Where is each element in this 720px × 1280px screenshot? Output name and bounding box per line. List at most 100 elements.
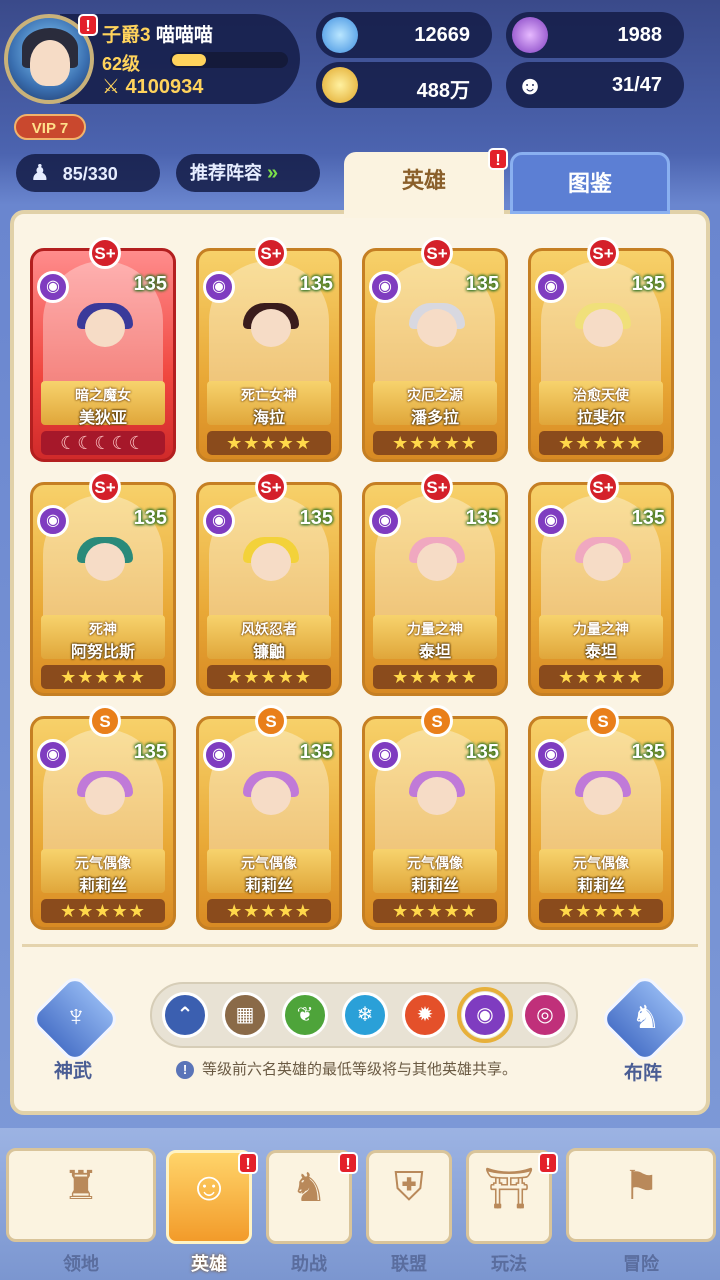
nav-icon: ⛩ [483,1167,535,1211]
divine-weapon-label: 神武 [54,1061,93,1082]
hero-grade-badge: S+ [255,237,287,269]
hero-card[interactable]: S ◉ 135 元气偶像 莉莉丝 ★★★★★ [30,705,176,930]
hero-card[interactable]: S+ ◉ 135 力量之神 泰坦 ★★★★★ [362,471,508,696]
hero-title: 治愈天使 [573,387,629,403]
tab-codex[interactable]: 图鉴 [510,152,670,214]
dark-eye-element-icon: ◉ [203,505,235,537]
hero-card[interactable]: S ◉ 135 元气偶像 莉莉丝 ★★★★★ [196,705,342,930]
hero-portrait [233,771,309,851]
dark-eye-element-icon: ◉ [37,505,69,537]
hero-grade-badge: S [587,705,619,737]
vip-badge[interactable]: VIP 7 [14,114,86,140]
friends-resource[interactable]: ☻ 31/47 [506,62,684,108]
hero-grade-badge: S [89,705,121,737]
hero-title: 元气偶像 [241,855,297,871]
dark-eye-filter-icon[interactable]: ◉ [457,987,513,1043]
hero-stars: ★★★★★ [207,431,331,455]
hero-card[interactable]: S+ ◉ 135 暗之魔女 美狄亚 ☾☾☾☾☾ [30,237,176,462]
hero-level: 135 [631,741,665,763]
info-note-text: 等级前六名英雄的最低等级将与其他英雄共享。 [202,1061,518,1078]
hero-stars: ★★★★★ [539,431,663,455]
hero-grade-badge: S+ [587,471,619,503]
hero-portrait [565,771,641,851]
nav-label: 英雄 [191,1254,227,1274]
hero-stars: ★★★★★ [41,899,165,923]
nav-button-0[interactable]: ♜ [6,1148,156,1242]
hero-title: 元气偶像 [75,855,131,871]
friends-icon: ☻ [516,70,544,100]
nav-label: 助战 [291,1254,327,1274]
hero-stars: ★★★★★ [539,665,663,689]
hero-portrait [67,537,143,617]
hero-card[interactable]: S+ ◉ 135 治愈天使拉斐尔 ★★★★★ [528,237,674,462]
hero-card[interactable]: S ◉ 135 元气偶像 莉莉丝 ★★★★★ [528,705,674,930]
hero-grade-badge: S+ [89,237,121,269]
hero-card[interactable]: S ◉ 135 元气偶像 莉莉丝 ★★★★★ [362,705,508,930]
hero-card[interactable]: S+ ◉ 135 风妖忍者 镰鼬 ★★★★★ [196,471,342,696]
wings-icon: ♆ [64,1000,88,1033]
dark-eye-element-icon: ◉ [203,739,235,771]
chaos-filter-icon[interactable]: ◎ [522,992,568,1038]
player-rank: 子爵3 [102,25,151,46]
hero-name: 泰坦 [584,644,617,661]
hero-card[interactable]: S+ ◉ 135 死神 阿努比斯 ★★★★★ [30,471,176,696]
star-gem-resource[interactable]: 12669 [316,12,492,58]
avatar-alert-badge: ! [78,14,98,36]
hero-title: 力量之神 [573,621,629,637]
hero-stars: ★★★★★ [373,665,497,689]
player-level: 62级 [102,54,141,74]
dark-eye-element-icon: ◉ [369,739,401,771]
nav-label: 冒险 [623,1254,659,1274]
dark-eye-element-icon: ◉ [37,271,69,303]
hero-portrait [399,537,475,617]
nav-icon: ♞ [291,1166,327,1210]
gold-coin-resource[interactable]: 488万 [316,62,492,108]
nav-button-3[interactable]: ⛨ [366,1150,452,1244]
hero-name: 莉莉丝 [410,878,459,895]
hero-title: 死神 [89,621,117,637]
hero-name: 莉莉丝 [244,878,293,895]
purple-crystal-icon [512,17,548,53]
hero-card[interactable]: S+ ◉ 135 灾厄之源 潘多拉 ★★★★★ [362,237,508,462]
hero-title: 暗之魔女 [75,387,131,403]
tab-heroes[interactable]: 英雄 [344,152,504,218]
hero-name: 拉斐尔 [576,410,625,427]
star-gem-value: 12669 [414,24,470,46]
info-note: ! 等级前六名英雄的最低等级将与其他英雄共享。 [176,1058,517,1079]
nav-label: 玩法 [491,1254,527,1274]
hero-name: 海拉 [252,410,285,427]
hero-name: 镰鼬 [252,644,285,661]
crossed-swords-icon: ⚔ [102,76,120,98]
hero-level: 135 [133,741,167,763]
ice-filter-icon[interactable]: ❄ [342,992,388,1038]
hero-portrait [67,303,143,383]
nav-alert-badge: ! [238,1152,258,1174]
purple-crystal-value: 1988 [617,24,663,46]
hero-card[interactable]: S+ ◉ 135 力量之神 泰坦 ★★★★★ [528,471,674,696]
combat-power-value: 4100934 [125,76,204,98]
hero-name: 美狄亚 [78,410,127,427]
gold-coin-icon [322,67,358,103]
dark-eye-element-icon: ◉ [535,505,567,537]
fire-filter-icon[interactable]: ✹ [402,992,448,1038]
hero-title: 风妖忍者 [241,621,297,637]
recommend-lineup-button[interactable]: 推荐阵容 » [176,154,320,192]
gold-coin-value: 488万 [416,80,470,102]
nav-button-5[interactable]: ⚑ [566,1148,716,1242]
hero-grade-badge: S+ [587,237,619,269]
nature-filter-icon[interactable]: ❦ [282,992,328,1038]
dark-eye-element-icon: ◉ [535,271,567,303]
dark-eye-element-icon: ◉ [369,505,401,537]
rank-up-filter-icon[interactable]: ⌃ [162,992,208,1038]
nav-icon: ⚑ [623,1164,659,1208]
hero-stars: ★★★★★ [207,665,331,689]
purple-crystal-resource[interactable]: 1988 [506,12,684,58]
hero-level: 135 [299,273,333,295]
grid-divider [22,944,698,947]
hero-level: 135 [299,507,333,529]
hero-level: 135 [631,273,665,295]
all-filter-icon[interactable]: ▦ [222,992,268,1038]
hero-card[interactable]: S+ ◉ 135 死亡女神 海拉 ★★★★★ [196,237,342,462]
dark-eye-element-icon: ◉ [203,271,235,303]
hero-name: 阿努比斯 [70,644,135,661]
